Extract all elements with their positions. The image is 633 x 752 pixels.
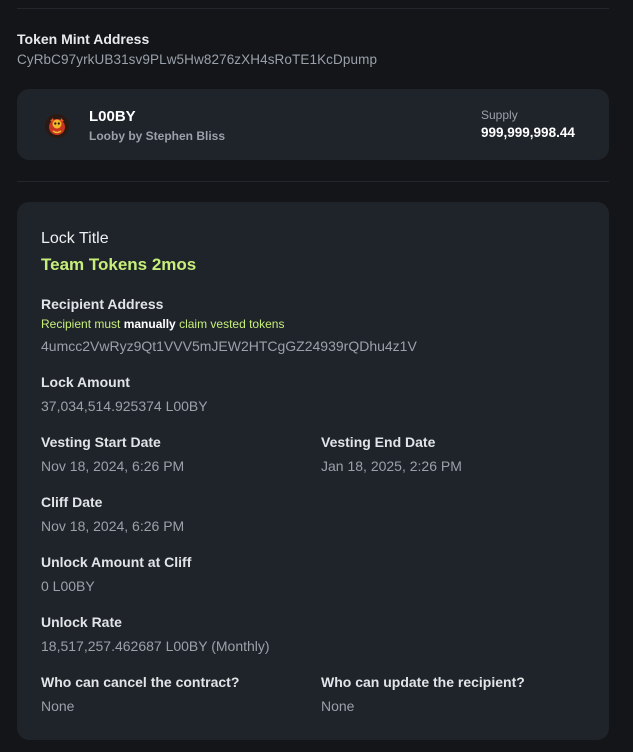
- vesting-end-value: Jan 18, 2025, 2:26 PM: [321, 458, 462, 474]
- middle-divider: [17, 181, 609, 182]
- cliff-date-value: Nov 18, 2024, 6:26 PM: [41, 518, 185, 534]
- lock-amount-value: 37,034,514.925374 L00BY: [41, 398, 208, 414]
- cliff-date-label: Cliff Date: [41, 494, 103, 510]
- mint-address-label: Token Mint Address: [17, 31, 150, 47]
- token-name: Looby by Stephen Bliss: [89, 129, 226, 143]
- unlock-cliff-label: Unlock Amount at Cliff: [41, 554, 192, 570]
- unlock-cliff-value: 0 L00BY: [41, 578, 95, 594]
- vesting-start-value: Nov 18, 2024, 6:26 PM: [41, 458, 185, 474]
- mint-address-value[interactable]: CyRbC97yrkUB31sv9PLw5Hw8276zXH4sRoTE1KcD…: [17, 52, 377, 67]
- recipient-address-value[interactable]: 4umcc2VwRyz9Qt1VVV5mJEW2HTCgGZ24939rQDhu…: [41, 338, 417, 354]
- recipient-address-label: Recipient Address: [41, 296, 164, 312]
- supply-value: 999,999,998.44: [481, 125, 575, 140]
- recipient-note-emphasis: manually: [123, 317, 176, 331]
- lock-details-card: Lock Title Team Tokens 2mos Recipient Ad…: [17, 202, 609, 740]
- lock-amount-label: Lock Amount: [41, 374, 130, 390]
- unlock-rate-value: 18,517,257.462687 L00BY (Monthly): [41, 638, 270, 654]
- lock-title-label: Lock Title: [41, 230, 109, 247]
- token-symbol: L00BY: [89, 108, 136, 125]
- token-logo-icon: [44, 113, 70, 139]
- update-permission-label: Who can update the recipient?: [321, 674, 525, 690]
- unlock-rate-label: Unlock Rate: [41, 614, 122, 630]
- cancel-permission-value: None: [41, 698, 75, 714]
- supply-label: Supply: [481, 108, 518, 122]
- lock-title-value: Team Tokens 2mos: [41, 255, 197, 274]
- vesting-end-label: Vesting End Date: [321, 434, 436, 450]
- token-card: L00BY Looby by Stephen Bliss Supply 999,…: [17, 89, 609, 160]
- vesting-start-label: Vesting Start Date: [41, 434, 161, 450]
- recipient-claim-note: Recipient must manually claim vested tok…: [41, 317, 285, 331]
- update-permission-value: None: [321, 698, 355, 714]
- cancel-permission-label: Who can cancel the contract?: [41, 674, 240, 690]
- top-divider: [17, 8, 609, 9]
